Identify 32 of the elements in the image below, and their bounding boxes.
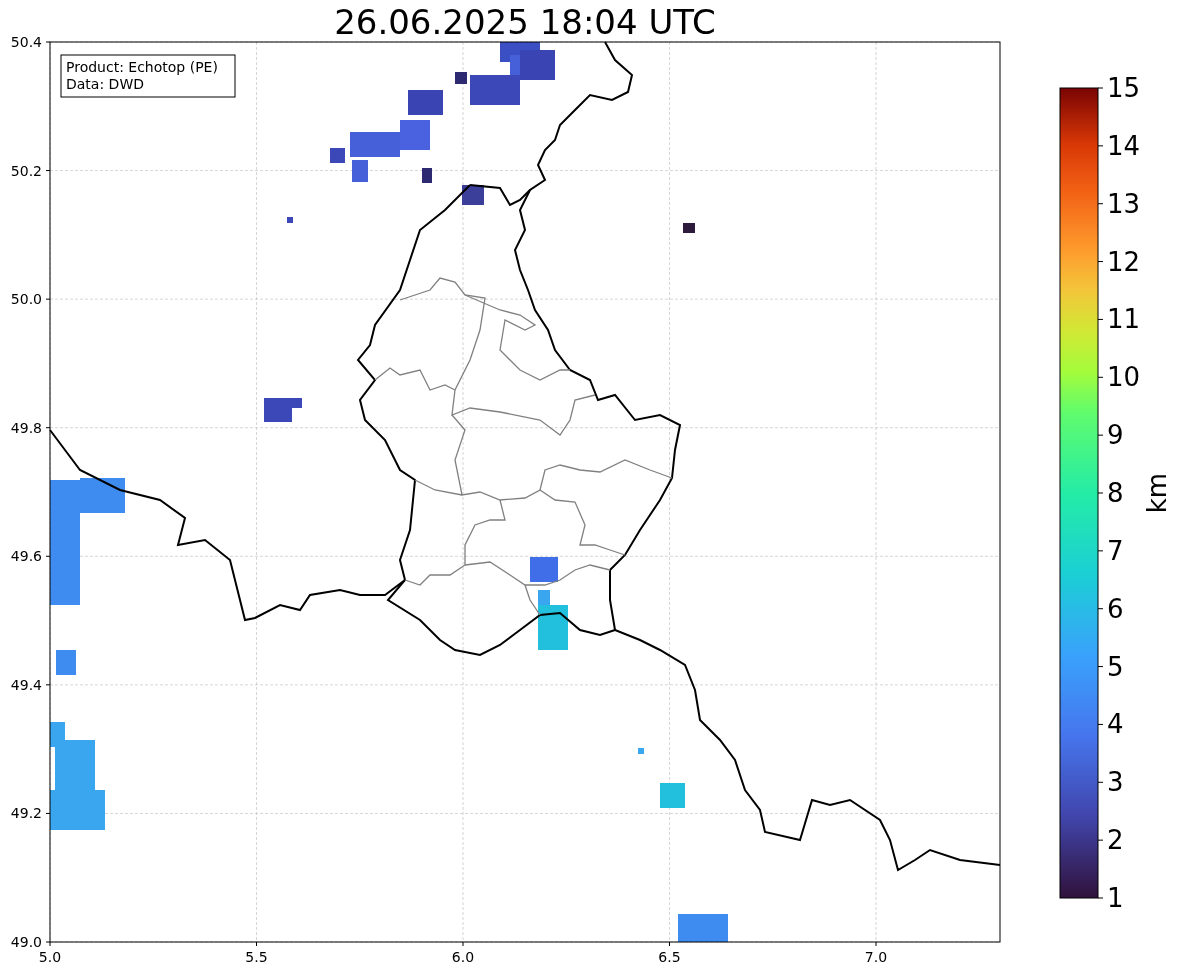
colorbar-tick-label: 7 <box>1107 535 1124 566</box>
colorbar-tick-label: 5 <box>1107 651 1124 682</box>
y-axis-tick-label: 49.2 <box>10 805 42 822</box>
colorbar-tick-label: 15 <box>1107 73 1141 103</box>
colorbar-tick-label: 11 <box>1107 304 1141 335</box>
colorbar-tick-label: 13 <box>1107 188 1141 219</box>
colorbar-tick-label: 8 <box>1107 478 1124 508</box>
y-axis-tick-label: 49.8 <box>10 419 42 436</box>
legend-text: Data: DWD <box>66 76 144 92</box>
figure-title: 26.06.2025 18:04 UTC <box>334 2 716 42</box>
y-axis-tick-label: 49.6 <box>10 548 42 565</box>
x-axis-tick-label: 7.0 <box>864 949 888 965</box>
y-axis-tick-label: 50.2 <box>10 162 42 179</box>
x-axis-tick-label: 6.0 <box>451 949 475 965</box>
colorbar-label: km <box>1142 472 1172 514</box>
legend-text: Product: Echotop (PE) <box>66 59 218 75</box>
colorbar-tick-label: 2 <box>1107 825 1124 856</box>
colorbar-tick-label: 6 <box>1107 593 1124 624</box>
y-axis-tick-label: 50.4 <box>10 34 42 50</box>
colorbar-tick-label: 12 <box>1107 246 1141 277</box>
x-axis-tick-label: 6.5 <box>658 949 681 965</box>
colorbar-tick-label: 10 <box>1107 362 1141 393</box>
y-axis-tick-label: 49.4 <box>10 676 42 693</box>
colorbar-tick-label: 1 <box>1107 883 1124 913</box>
y-axis-tick-label: 49.0 <box>10 934 42 950</box>
colorbar-tick-label: 4 <box>1107 709 1124 740</box>
y-axis-tick-label: 50.0 <box>10 291 42 308</box>
colorbar-tick-label: 3 <box>1107 767 1124 798</box>
colorbar-tick-label: 14 <box>1107 130 1141 161</box>
x-axis-tick-label: 5.5 <box>245 949 268 965</box>
x-axis-tick-label: 5.0 <box>38 949 62 965</box>
colorbar-tick-label: 9 <box>1107 420 1124 451</box>
